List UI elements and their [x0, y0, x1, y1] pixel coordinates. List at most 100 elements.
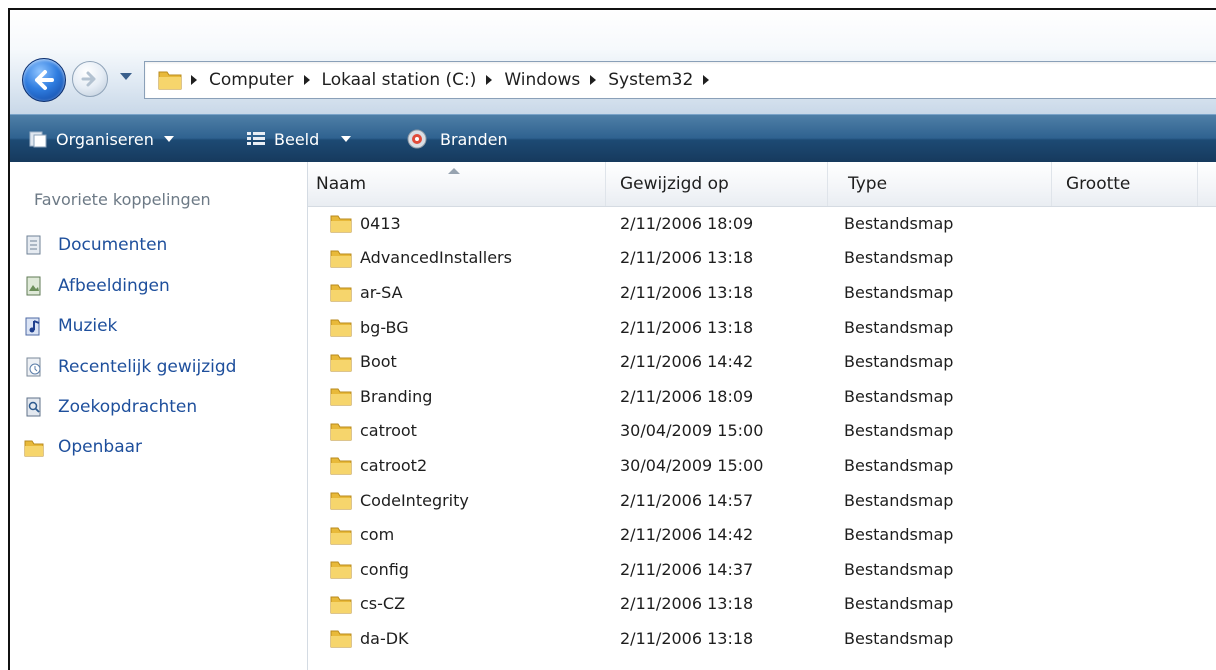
table-row[interactable]: cs-CZ 2/11/2006 13:18 Bestandsmap — [308, 587, 1216, 622]
column-header-size[interactable]: Grootte — [1052, 162, 1198, 206]
folder-icon — [330, 423, 352, 441]
file-rows: 0413 2/11/2006 18:09 Bestandsmap AdvancedIn… — [308, 206, 1216, 656]
breadcrumb-windows[interactable]: Windows — [504, 70, 580, 90]
nav-item-recent[interactable]: Recentelijk gewijzigd — [24, 352, 236, 382]
burn-button[interactable]: Branden — [406, 115, 508, 163]
table-row[interactable]: ar-SA 2/11/2006 13:18 Bestandsmap — [308, 275, 1216, 310]
folder-icon — [330, 630, 352, 648]
folder-icon — [330, 561, 352, 579]
file-modified: 2/11/2006 13:18 — [620, 248, 754, 268]
table-row[interactable]: Branding 2/11/2006 18:09 Bestandsmap — [308, 379, 1216, 414]
file-type: Bestandsmap — [844, 594, 954, 614]
file-modified: 2/11/2006 14:42 — [620, 525, 754, 545]
file-type: Bestandsmap — [844, 490, 954, 510]
sort-ascending-icon — [448, 168, 460, 174]
column-header-row: Naam Gewijzigd op Type Grootte — [308, 162, 1216, 207]
breadcrumb-arrow-icon[interactable] — [703, 75, 710, 85]
breadcrumb-arrow-icon[interactable] — [590, 75, 597, 85]
file-name-cell: catroot2 — [330, 448, 427, 483]
folder-icon — [330, 319, 352, 337]
table-row[interactable]: com 2/11/2006 14:42 Bestandsmap — [308, 517, 1216, 552]
nav-item-label: Afbeeldingen — [58, 276, 170, 296]
file-name-cell: AdvancedInstallers — [330, 241, 512, 276]
organize-label: Organiseren — [56, 129, 154, 149]
file-type: Bestandsmap — [844, 317, 954, 337]
file-name: CodeIntegrity — [360, 490, 469, 510]
file-name: Boot — [360, 352, 397, 372]
file-name: da-DK — [360, 628, 409, 648]
folder-icon — [24, 440, 44, 457]
file-name: cs-CZ — [360, 594, 406, 614]
breadcrumb-computer[interactable]: Computer — [209, 70, 294, 90]
recent-pages-dropdown[interactable] — [120, 73, 132, 80]
table-row[interactable]: catroot 30/04/2009 15:00 Bestandsmap — [308, 414, 1216, 449]
file-modified: 30/04/2009 15:00 — [620, 421, 764, 441]
file-name-cell: CodeIntegrity — [330, 483, 469, 518]
chevron-down-icon — [341, 136, 352, 142]
file-modified: 2/11/2006 13:18 — [620, 317, 754, 337]
organize-icon — [29, 131, 47, 148]
back-button[interactable] — [22, 58, 66, 102]
nav-item-documents[interactable]: Documenten — [24, 230, 167, 260]
breadcrumb-system32[interactable]: System32 — [608, 70, 693, 90]
folder-icon — [330, 527, 352, 545]
file-type: Bestandsmap — [844, 248, 954, 268]
folder-icon — [330, 250, 352, 268]
nav-item-music[interactable]: Muziek — [24, 311, 117, 341]
file-name: AdvancedInstallers — [360, 248, 512, 268]
file-name-cell: catroot — [330, 414, 417, 449]
file-name-cell: bg-BG — [330, 310, 409, 345]
view-icon — [247, 132, 265, 145]
table-row[interactable]: AdvancedInstallers 2/11/2006 13:18 Bestand… — [308, 241, 1216, 276]
table-row[interactable]: Boot 2/11/2006 14:42 Bestandsmap — [308, 344, 1216, 379]
file-name-cell: ar-SA — [330, 275, 403, 310]
breadcrumb: Computer Lokaal station (C:) Windows Sys… — [189, 62, 721, 98]
column-header-label: Naam — [316, 174, 367, 194]
command-bar: Organiseren Beeld Branden — [10, 114, 1216, 163]
file-name-cell: com — [330, 517, 394, 552]
forward-button[interactable] — [72, 61, 108, 97]
breadcrumb-arrow-icon[interactable] — [486, 75, 493, 85]
column-header-modified[interactable]: Gewijzigd op — [606, 162, 828, 206]
column-header-label: Grootte — [1066, 174, 1131, 194]
chevron-down-icon — [163, 136, 174, 142]
breadcrumb-arrow-icon[interactable] — [303, 75, 310, 85]
file-type: Bestandsmap — [844, 352, 954, 372]
disc-burn-icon — [407, 129, 427, 149]
address-box[interactable]: Computer Lokaal station (C:) Windows Sys… — [144, 61, 1216, 99]
recent-icon — [26, 357, 41, 377]
nav-item-searches[interactable]: Zoekopdrachten — [24, 392, 197, 422]
view-button[interactable]: Beeld — [246, 115, 352, 163]
file-type: Bestandsmap — [844, 525, 954, 545]
file-list: Naam Gewijzigd op Type Grootte 0413 2/11/… — [308, 162, 1216, 670]
file-name: com — [360, 525, 395, 545]
explorer-window: Computer Lokaal station (C:) Windows Sys… — [8, 8, 1216, 670]
column-header-name[interactable]: Naam — [308, 162, 606, 206]
column-header-type[interactable]: Type — [828, 162, 1052, 206]
nav-item-label: Zoekopdrachten — [58, 397, 198, 417]
organize-button[interactable]: Organiseren — [28, 115, 174, 163]
file-name-cell: da-DK — [330, 621, 409, 656]
file-type: Bestandsmap — [844, 559, 954, 579]
table-row[interactable]: config 2/11/2006 14:37 Bestandsmap — [308, 552, 1216, 587]
file-name-cell: 0413 — [330, 206, 401, 241]
table-row[interactable]: 0413 2/11/2006 18:09 Bestandsmap — [308, 206, 1216, 241]
nav-item-pictures[interactable]: Afbeeldingen — [24, 271, 170, 301]
file-modified: 2/11/2006 13:18 — [620, 282, 754, 302]
file-name: catroot2 — [360, 455, 428, 475]
favorite-links-title: Favoriete koppelingen — [34, 190, 211, 209]
table-row[interactable]: da-DK 2/11/2006 13:18 Bestandsmap — [308, 621, 1216, 656]
file-name: config — [360, 559, 409, 579]
breadcrumb-local-drive[interactable]: Lokaal station (C:) — [322, 70, 477, 90]
nav-item-label: Recentelijk gewijzigd — [58, 357, 237, 377]
nav-item-label: Openbaar — [58, 437, 143, 457]
table-row[interactable]: bg-BG 2/11/2006 13:18 Bestandsmap — [308, 310, 1216, 345]
folder-icon — [330, 284, 352, 302]
table-row[interactable]: catroot2 30/04/2009 15:00 Bestandsmap — [308, 448, 1216, 483]
nav-item-public[interactable]: Openbaar — [24, 432, 142, 462]
arrow-right-icon — [81, 71, 96, 87]
table-row[interactable]: CodeIntegrity 2/11/2006 14:57 Bestandsmap — [308, 483, 1216, 518]
nav-item-label: Documenten — [58, 235, 168, 255]
breadcrumb-arrow-icon[interactable] — [191, 75, 197, 85]
file-name-cell: config — [330, 552, 409, 587]
